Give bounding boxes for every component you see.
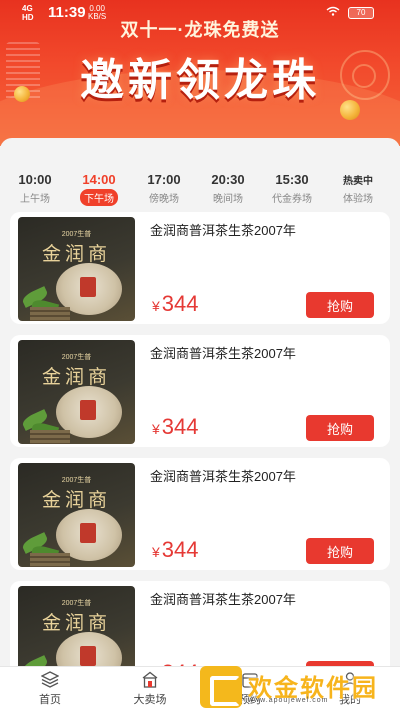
product-name[interactable]: 金润商普洱茶生茶2007年 [150,466,296,485]
product-image-label: 2007生普 [61,600,92,607]
price-value: 344 [161,291,199,316]
tea-stack-graphic [30,307,70,321]
tea-stack-graphic [30,430,70,444]
tab-session-hot[interactable]: 热卖中 体验场 [328,172,388,207]
nav-label: 大卖场 [133,694,167,706]
buy-button[interactable]: 抢购 [306,292,374,318]
product-card[interactable]: 2007生普 金润商 金润商普洱茶生茶2007年 ¥344 抢购 [10,212,390,324]
product-image[interactable]: 2007生普 金润商 [18,463,135,567]
product-image-brand: 金润商 [41,243,111,265]
price-value: 344 [161,414,199,439]
buy-button[interactable]: 抢购 [306,415,374,441]
nav-item-market[interactable]: 大卖场 [110,671,190,707]
tab-time: 17:00 [147,172,181,187]
tab-label: 晚间场 [213,194,243,205]
currency-symbol: ¥ [152,298,160,314]
tab-session-2030[interactable]: 20:30 晚间场 [198,172,258,207]
tab-label: 体验场 [343,194,373,205]
buy-button[interactable]: 抢购 [306,538,374,564]
banner-title: 邀新领龙珠 [80,56,320,105]
seal-graphic [80,400,96,420]
currency-symbol: ¥ [152,421,160,437]
tab-session-1700[interactable]: 17:00 傍晚场 [134,172,194,207]
product-image-label: 2007生普 [61,477,92,484]
product-image-brand: 金润商 [41,612,111,634]
tab-session-1000[interactable]: 10:00 上午场 [5,172,65,207]
tab-label: 代金券场 [272,194,312,205]
tab-session-1400[interactable]: 14:00 下午场 [69,172,129,207]
wifi-icon [326,6,340,16]
product-price: ¥344 [152,291,199,317]
watermark-url: www.apoujewel.com [248,697,329,704]
product-image[interactable]: 2007生普 金润商 [18,340,135,444]
currency-symbol: ¥ [152,544,160,560]
product-card[interactable]: 2007生普 金润商 金润商普洱茶生茶2007年 ¥344 抢购 [10,335,390,447]
tab-time: 14:00 [82,172,116,187]
product-price: ¥344 [152,414,199,440]
product-image-brand: 金润商 [41,489,111,511]
price-value: 344 [161,537,199,562]
store-icon [142,671,158,688]
product-image-brand: 金润商 [41,366,111,388]
seal-graphic [80,646,96,666]
seal-graphic [80,523,96,543]
seal-graphic [80,277,96,297]
product-name[interactable]: 金润商普洱茶生茶2007年 [150,589,296,608]
product-image[interactable]: 2007生普 金润商 [18,217,135,321]
site-watermark: 欢金软件园 www.apoujewel.com [200,662,396,711]
tab-time: 10:00 [18,172,52,187]
tab-time: 热卖中 [343,176,373,187]
banner-subtitle: 双十一·龙珠免费送 [120,20,280,40]
session-tabs: 10:00 上午场 14:00 下午场 17:00 傍晚场 20:30 晚间场 … [0,138,400,208]
tab-time: 15:30 [275,172,309,187]
tab-label: 上午场 [20,194,50,205]
product-card[interactable]: 2007生普 金润商 金润商普洱茶生茶2007年 ¥344 抢购 [10,458,390,570]
nav-item-home[interactable]: 首页 [10,671,90,707]
nav-label: 首页 [39,694,61,706]
product-image-label: 2007生普 [61,354,92,361]
product-image-label: 2007生普 [61,231,92,238]
tab-label: 傍晚场 [149,194,179,205]
product-price: ¥344 [152,537,199,563]
tab-session-1530[interactable]: 15:30 代金券场 [262,172,322,207]
product-name[interactable]: 金润商普洱茶生茶2007年 [150,343,296,362]
watermark-logo [200,666,242,708]
promo-banner[interactable]: 4G HD 11:39 0.00 KB/S 70 双十一·龙珠免费送 邀新领龙珠 [0,0,400,146]
tab-time: 20:30 [211,172,245,187]
tab-label: 下午场 [80,189,118,206]
product-name[interactable]: 金润商普洱茶生茶2007年 [150,220,296,239]
layers-icon [41,671,59,688]
tea-stack-graphic [30,553,70,567]
signal-label: 4G [22,4,33,13]
